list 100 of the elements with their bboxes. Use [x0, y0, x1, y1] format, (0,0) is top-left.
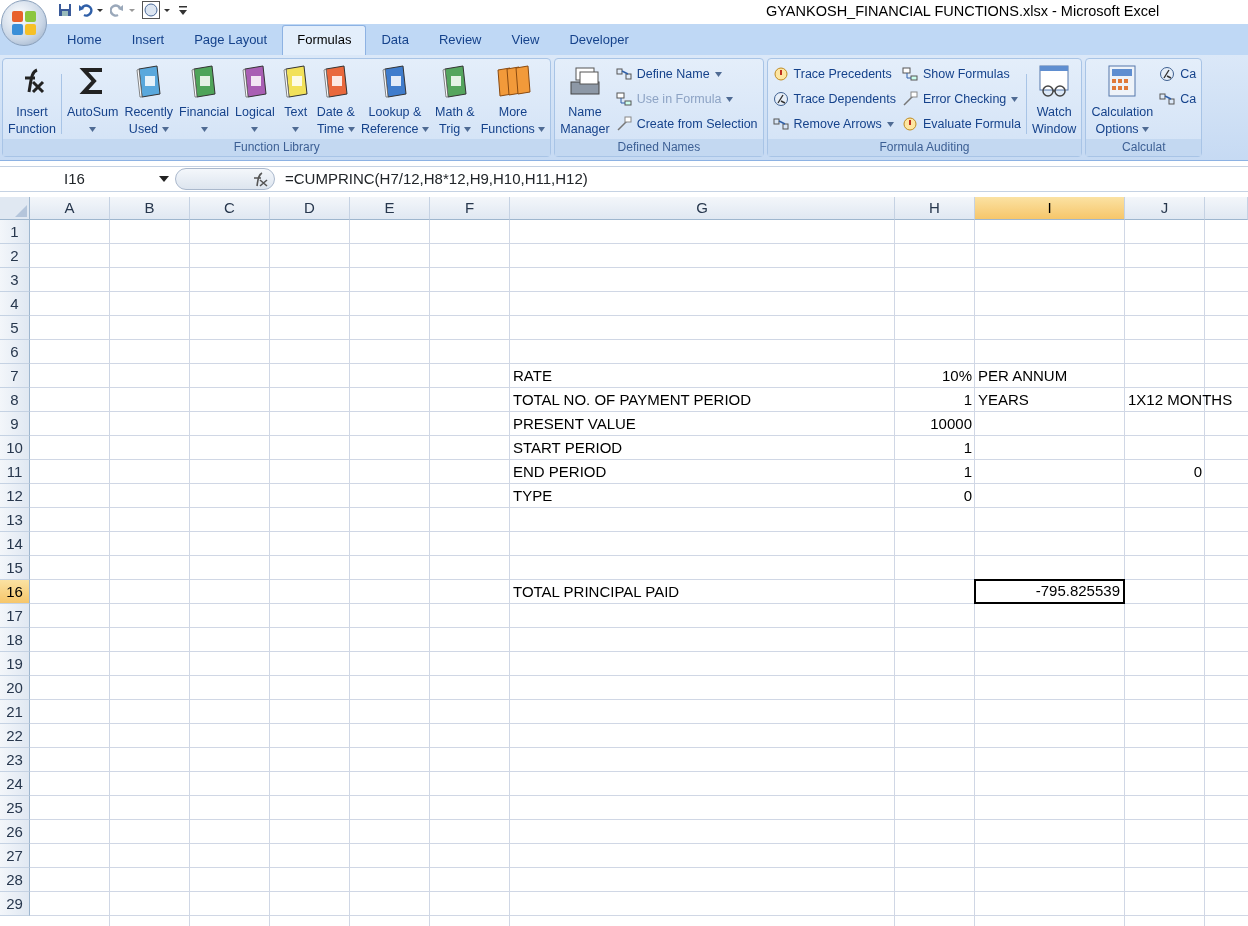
- column-header[interactable]: H: [895, 197, 975, 220]
- table-cell-text: 1: [962, 438, 973, 458]
- formula-input[interactable]: =CUMPRINC(H7/12,H8*12,H9,H10,H11,H12): [275, 167, 588, 191]
- table-cell-text: 1: [962, 462, 973, 482]
- ribbon-small-button[interactable]: Error Checking: [898, 88, 1024, 110]
- ribbon-button[interactable]: AutoSum: [63, 62, 122, 138]
- ribbon-small-button[interactable]: Remove Arrows: [769, 113, 899, 135]
- row-header[interactable]: 2: [0, 244, 30, 268]
- row-header[interactable]: 28: [0, 868, 30, 892]
- row-header[interactable]: 24: [0, 772, 30, 796]
- ribbon-button[interactable]: Logical: [232, 62, 278, 138]
- ribbon-button[interactable]: Watch Window: [1028, 62, 1080, 138]
- column-header[interactable]: A: [30, 197, 110, 220]
- column-header[interactable]: I: [975, 197, 1125, 220]
- row-header[interactable]: 12: [0, 484, 30, 508]
- row-header[interactable]: 3: [0, 268, 30, 292]
- command-icon: [1159, 91, 1176, 107]
- ribbon-button[interactable]: Text: [277, 62, 314, 138]
- ribbon-tab[interactable]: Developer: [554, 25, 644, 55]
- ribbon-tab[interactable]: Insert: [116, 25, 180, 55]
- row-header[interactable]: 9: [0, 412, 30, 436]
- ribbon-button[interactable]: Financial: [176, 62, 233, 138]
- row-header[interactable]: 25: [0, 796, 30, 820]
- row-header[interactable]: 27: [0, 844, 30, 868]
- row-header[interactable]: 11: [0, 460, 30, 484]
- row-header[interactable]: 14: [0, 532, 30, 556]
- book-icon: [280, 64, 311, 98]
- row-header[interactable]: 8: [0, 388, 30, 412]
- ribbon-button[interactable]: Insert Function: [5, 62, 59, 138]
- ribbon-small-button[interactable]: Define Name: [612, 63, 761, 85]
- ribbon-tab[interactable]: Review: [423, 25, 497, 55]
- ribbon-small-button[interactable]: Trace Dependents: [769, 88, 899, 110]
- ribbon-tab[interactable]: Data: [366, 25, 424, 55]
- book-icon: [379, 64, 410, 98]
- row-header[interactable]: 23: [0, 748, 30, 772]
- shape-icon[interactable]: [142, 1, 172, 19]
- ribbon-button[interactable]: Recently Used: [121, 62, 176, 138]
- group-label: Function Library: [3, 139, 551, 156]
- row-header[interactable]: 15: [0, 556, 30, 580]
- table-cell-text: END PERIOD: [512, 462, 608, 482]
- ribbon-small-button[interactable]: Ca: [1156, 63, 1200, 85]
- command-icon: [772, 91, 789, 107]
- table-cell-text: YEARS: [977, 390, 1030, 410]
- column-header[interactable]: B: [110, 197, 190, 220]
- undo-icon[interactable]: [78, 3, 104, 17]
- book-icon: [239, 64, 270, 98]
- row-header[interactable]: 22: [0, 724, 30, 748]
- column-header[interactable]: C: [190, 197, 270, 220]
- ribbon-small-button[interactable]: Create from Selection: [612, 113, 761, 135]
- column-header[interactable]: G: [510, 197, 895, 220]
- save-icon[interactable]: [58, 3, 72, 17]
- column-header[interactable]: E: [350, 197, 430, 220]
- insert-function-button[interactable]: [175, 168, 275, 190]
- ribbon-tab[interactable]: Formulas: [282, 25, 367, 55]
- ribbon-button[interactable]: Math & Trig: [432, 62, 478, 138]
- row-header[interactable]: 7: [0, 364, 30, 388]
- row-header[interactable]: 29: [0, 892, 30, 916]
- ribbon-button[interactable]: Name Manager: [557, 62, 613, 138]
- book-icon: [133, 64, 164, 98]
- ribbon-button[interactable]: Date & Time: [313, 62, 358, 138]
- ribbon-tab[interactable]: Home: [52, 25, 117, 55]
- card-file-icon: [568, 64, 602, 98]
- table-cell-text: RATE: [512, 366, 553, 386]
- group-label: Calculat: [1086, 139, 1202, 156]
- row-header[interactable]: 4: [0, 292, 30, 316]
- column-header[interactable]: D: [270, 197, 350, 220]
- row-header[interactable]: 10: [0, 436, 30, 460]
- command-icon: [615, 91, 632, 107]
- customize-toolbar-icon[interactable]: [178, 3, 188, 17]
- active-cell[interactable]: -795.825539: [974, 579, 1125, 604]
- ribbon-tab[interactable]: Page Layout: [179, 25, 283, 55]
- row-header[interactable]: 6: [0, 340, 30, 364]
- ribbon-small-button[interactable]: Ca: [1156, 88, 1200, 110]
- column-header[interactable]: J: [1125, 197, 1205, 220]
- glasses-window-icon: [1037, 64, 1072, 98]
- row-header[interactable]: 16: [0, 580, 30, 604]
- column-header[interactable]: F: [430, 197, 510, 220]
- ribbon-button[interactable]: More Functions: [477, 62, 549, 138]
- ribbon-button[interactable]: Calculation Options: [1088, 62, 1157, 138]
- command-icon: [615, 66, 632, 82]
- row-header[interactable]: 5: [0, 316, 30, 340]
- row-header[interactable]: 21: [0, 700, 30, 724]
- ribbon-small-button[interactable]: Show Formulas: [898, 63, 1024, 85]
- row-header[interactable]: 18: [0, 628, 30, 652]
- ribbon-button[interactable]: Lookup & Reference: [357, 62, 433, 138]
- dropdown-arrow-icon[interactable]: [159, 175, 169, 183]
- row-header[interactable]: 19: [0, 652, 30, 676]
- ribbon-tab[interactable]: View: [496, 25, 555, 55]
- row-header[interactable]: 17: [0, 604, 30, 628]
- office-button[interactable]: [1, 0, 47, 46]
- ribbon-small-button[interactable]: Evaluate Formula: [898, 113, 1024, 135]
- command-icon: [901, 116, 918, 132]
- group-label: Formula Auditing: [767, 139, 1082, 156]
- ribbon-small-button[interactable]: Trace Precedents: [769, 63, 899, 85]
- row-header[interactable]: 13: [0, 508, 30, 532]
- table-cell-text: 0: [1192, 462, 1203, 482]
- row-header[interactable]: 26: [0, 820, 30, 844]
- row-header[interactable]: 20: [0, 676, 30, 700]
- table-cell-text: TYPE: [512, 486, 554, 506]
- row-header[interactable]: 1: [0, 220, 30, 244]
